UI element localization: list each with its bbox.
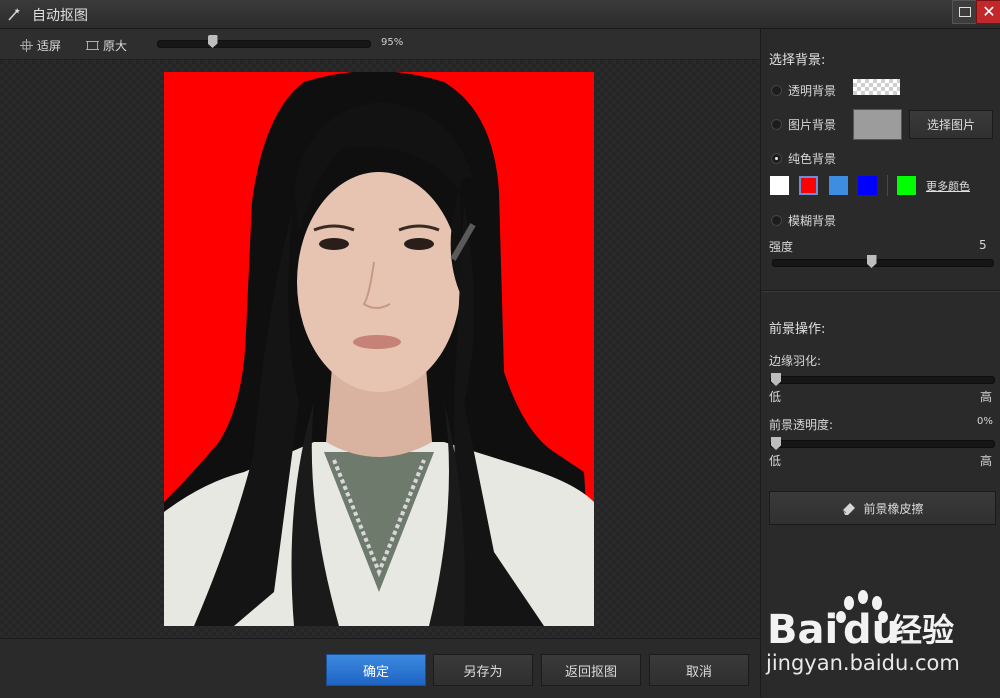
background-section-title: 选择背景:: [769, 53, 826, 68]
color-swatch-blue[interactable]: [858, 176, 877, 195]
foreground-eraser-button[interactable]: 前景橡皮擦: [769, 491, 996, 525]
opacity-low-label: 低: [769, 454, 782, 468]
opacity-value: 0%: [977, 416, 993, 427]
more-colors-link[interactable]: 更多颜色: [926, 178, 970, 194]
solid-bg-label: 纯色背景: [788, 152, 837, 166]
section-divider: [762, 290, 1000, 292]
cancel-button[interactable]: 取消: [649, 654, 749, 686]
blur-bg-radio[interactable]: [771, 215, 782, 226]
svg-text:Bai: Bai: [767, 607, 838, 653]
swatch-divider: [887, 175, 888, 196]
feather-low-label: 低: [769, 390, 782, 404]
back-to-cutout-button[interactable]: 返回抠图: [541, 654, 641, 686]
strength-slider-track[interactable]: [772, 259, 994, 267]
opacity-high-label: 高: [980, 454, 993, 468]
solid-bg-radio[interactable]: [771, 153, 782, 164]
portrait-figure: [164, 72, 594, 626]
fit-screen-label: 适屏: [37, 39, 62, 53]
portrait-photo: [164, 72, 594, 626]
svg-text:经验: 经验: [890, 611, 954, 649]
foreground-section-title: 前景操作:: [769, 322, 826, 337]
feather-high-label: 高: [980, 390, 993, 404]
select-image-button[interactable]: 选择图片: [909, 110, 993, 139]
original-size-icon: [86, 41, 99, 50]
opacity-slider-track[interactable]: [770, 440, 995, 448]
color-swatch-white[interactable]: [770, 176, 789, 195]
maximize-button[interactable]: [952, 0, 978, 24]
close-button[interactable]: ✕: [976, 0, 1000, 24]
transparent-bg-label: 透明背景: [788, 84, 837, 98]
eraser-icon: [843, 503, 856, 515]
image-bg-label: 图片背景: [788, 118, 837, 132]
confirm-button[interactable]: 确定: [326, 654, 426, 686]
strength-value: 5: [979, 238, 987, 252]
zoom-slider-track[interactable]: [157, 40, 371, 48]
fit-screen-button[interactable]: 适屏: [20, 37, 61, 54]
color-swatch-red[interactable]: [799, 176, 818, 195]
color-swatch-light-blue[interactable]: [829, 176, 848, 195]
window-title: 自动抠图: [32, 8, 88, 24]
watermark-url: jingyan.baidu.com: [766, 651, 960, 675]
blur-bg-option[interactable]: 模糊背景: [771, 212, 836, 229]
original-size-button[interactable]: 原大: [86, 37, 127, 54]
transparent-preview-swatch[interactable]: [853, 79, 900, 95]
maximize-icon: [959, 7, 971, 17]
feather-label: 边缘羽化:: [769, 354, 822, 368]
close-icon: ✕: [982, 2, 996, 21]
blur-bg-label: 模糊背景: [788, 214, 837, 228]
fit-screen-icon: [20, 39, 33, 52]
image-bg-radio[interactable]: [771, 119, 782, 130]
color-swatch-green[interactable]: [897, 176, 916, 195]
feather-slider-track[interactable]: [770, 376, 995, 384]
image-bg-option[interactable]: 图片背景: [771, 116, 836, 133]
zoom-value: 95%: [381, 37, 404, 48]
image-bg-preview[interactable]: [853, 109, 902, 140]
eraser-label: 前景橡皮擦: [863, 501, 924, 516]
title-bar: 自动抠图: [0, 0, 1000, 29]
save-as-button[interactable]: 另存为: [433, 654, 533, 686]
transparent-bg-option[interactable]: 透明背景: [771, 82, 836, 99]
original-size-label: 原大: [103, 39, 128, 53]
strength-label: 强度: [769, 240, 794, 254]
magic-wand-icon: [8, 8, 20, 21]
opacity-label: 前景透明度:: [769, 418, 834, 432]
transparent-bg-radio[interactable]: [771, 85, 782, 96]
solid-bg-option[interactable]: 纯色背景: [771, 150, 836, 167]
